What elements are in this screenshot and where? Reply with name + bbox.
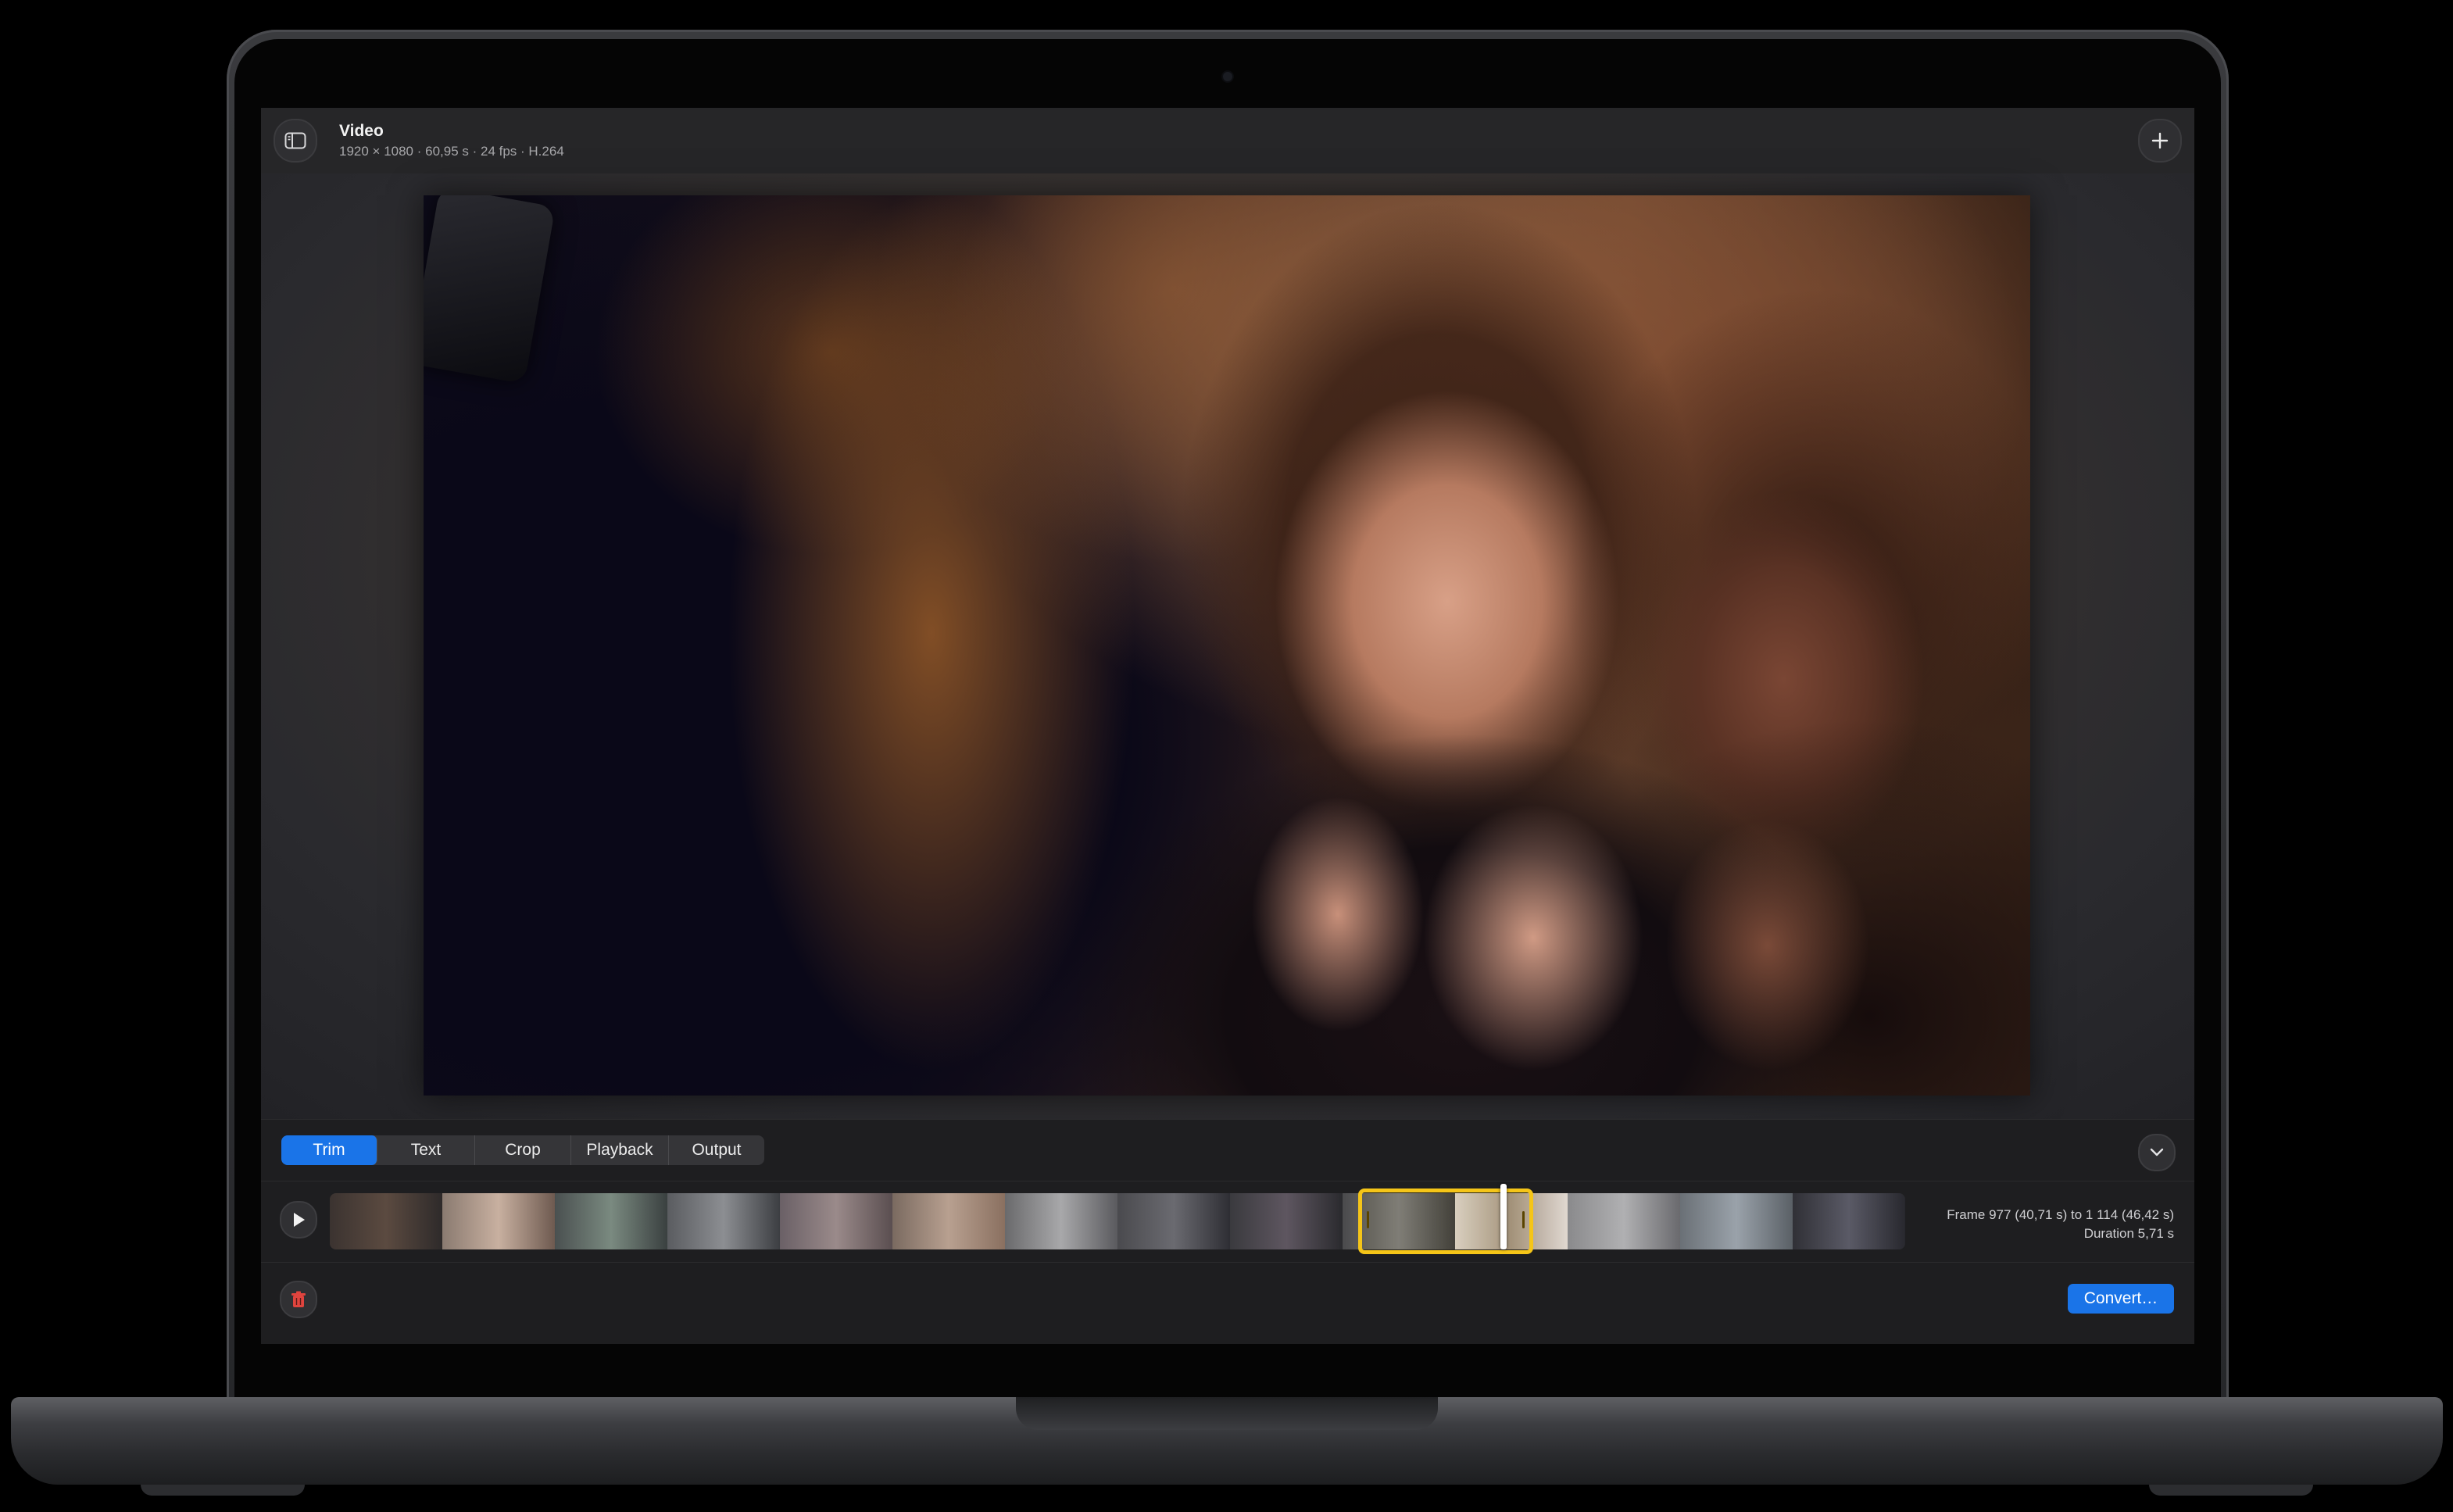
timeline-filmstrip[interactable] [330, 1193, 1905, 1249]
laptop-notch [1016, 1397, 1438, 1430]
timeline-thumbnail [780, 1193, 892, 1249]
timeline-thumbnail [442, 1193, 555, 1249]
delete-button[interactable] [280, 1281, 317, 1318]
sidebar-toggle-button[interactable] [274, 119, 317, 163]
trim-info: Frame 977 (40,71 s) to 1 114 (46,42 s) D… [1947, 1206, 2174, 1243]
video-viewer [261, 173, 2194, 1119]
timeline-thumbnail [1568, 1193, 1680, 1249]
timeline-thumbnail [1005, 1193, 1117, 1249]
window-title: Video [339, 122, 384, 140]
app-window: Video 1920 × 1080 · 60,95 s · 24 fps · H… [261, 108, 2194, 1344]
timeline-thumbnail [892, 1193, 1005, 1249]
laptop-foot-right [2149, 1485, 2313, 1496]
timeline-thumbnail [555, 1193, 667, 1249]
trash-icon [291, 1291, 306, 1307]
video-preview[interactable] [424, 195, 2030, 1096]
divider [261, 1262, 2194, 1263]
chevron-down-icon [2150, 1148, 2164, 1156]
tab-crop[interactable]: Crop [475, 1135, 571, 1165]
trim-selection-range[interactable] [1358, 1189, 1533, 1254]
editor-tabs: Trim Text Crop Playback Output [281, 1135, 764, 1165]
timeline-thumbnail [1680, 1193, 1793, 1249]
timeline-thumbnail [1117, 1193, 1230, 1249]
laptop-foot-left [141, 1485, 305, 1496]
timeline-thumbnail [330, 1193, 442, 1249]
play-icon [294, 1213, 305, 1227]
tab-output[interactable]: Output [669, 1135, 764, 1165]
timeline-thumbnail [1793, 1193, 1905, 1249]
duration-text: Duration 5,71 s [2083, 1226, 2174, 1241]
timeline-thumbnail [667, 1193, 780, 1249]
tab-text[interactable]: Text [377, 1135, 475, 1165]
camera-icon [1223, 72, 1232, 81]
collapse-button[interactable] [2138, 1134, 2176, 1171]
convert-button[interactable]: Convert… [2068, 1284, 2174, 1314]
plus-icon [2151, 132, 2169, 149]
frame-range-text: Frame 977 (40,71 s) to 1 114 (46,42 s) [1947, 1207, 2174, 1222]
video-info: 1920 × 1080 · 60,95 s · 24 fps · H.264 [339, 144, 564, 159]
trim-end-handle[interactable] [1522, 1211, 1525, 1228]
playhead[interactable] [1500, 1184, 1507, 1249]
trim-start-handle[interactable] [1367, 1211, 1369, 1228]
video-frame-hands [424, 195, 2030, 1096]
title-bar: Video 1920 × 1080 · 60,95 s · 24 fps · H… [261, 108, 2194, 174]
editor-controls: Trim Text Crop Playback Output Frame 977… [261, 1119, 2194, 1344]
play-button[interactable] [280, 1201, 317, 1239]
add-button[interactable] [2138, 119, 2182, 163]
sidebar-toggle-icon [284, 132, 306, 149]
tab-playback[interactable]: Playback [571, 1135, 669, 1165]
timeline-thumbnail [1230, 1193, 1343, 1249]
tab-trim[interactable]: Trim [281, 1135, 377, 1165]
